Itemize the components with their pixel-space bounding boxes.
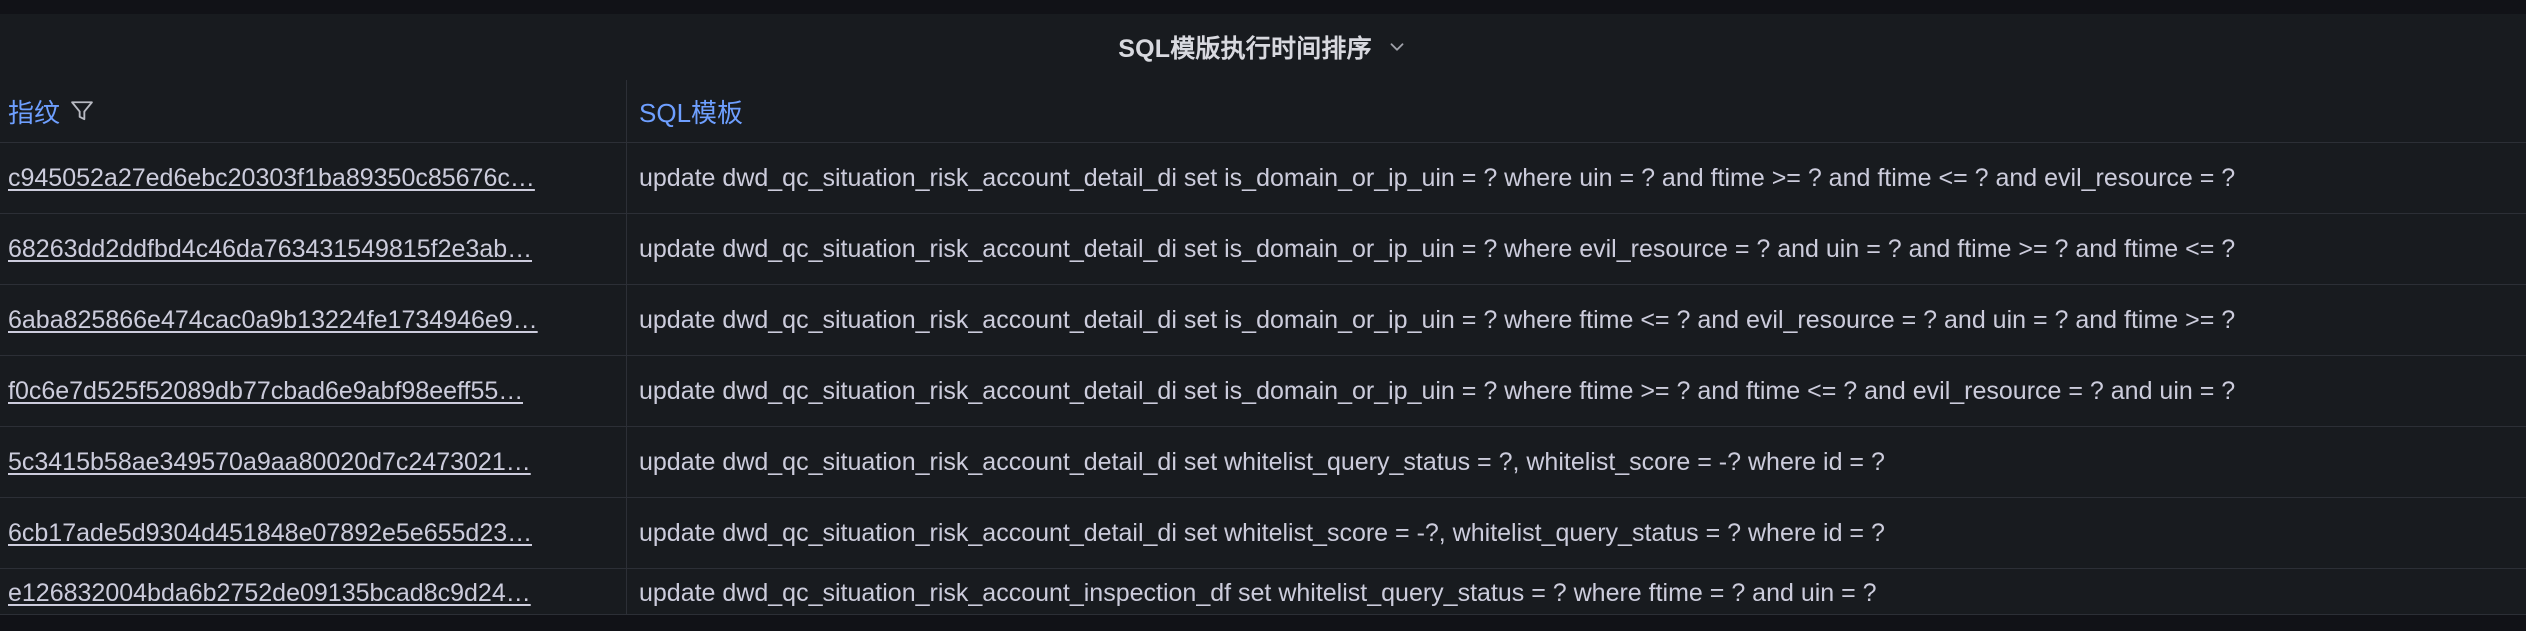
fingerprint-link[interactable]: 6cb17ade5d9304d451848e07892e5e655d23… bbox=[8, 519, 532, 548]
fingerprint-link[interactable]: 68263dd2ddfbd4c46da763431549815f2e3ab… bbox=[8, 235, 532, 264]
table-row: f0c6e7d525f52089db77cbad6e9abf98eeff55… … bbox=[0, 356, 2526, 427]
sql-cell: update dwd_qc_situation_risk_account_det… bbox=[627, 427, 2526, 497]
sql-cell: update dwd_qc_situation_risk_account_det… bbox=[627, 143, 2526, 213]
sql-text: update dwd_qc_situation_risk_account_det… bbox=[639, 518, 1885, 547]
bottom-divider bbox=[0, 614, 2526, 631]
sql-cell: update dwd_qc_situation_risk_account_det… bbox=[627, 498, 2526, 568]
sql-text: update dwd_qc_situation_risk_account_det… bbox=[639, 447, 1885, 476]
fingerprint-link[interactable]: e126832004bda6b2752de09135bcad8c9d24… bbox=[8, 579, 531, 608]
table-row: c945052a27ed6ebc20303f1ba89350c85676c… u… bbox=[0, 143, 2526, 214]
fingerprint-cell: 5c3415b58ae349570a9aa80020d7c2473021… bbox=[0, 427, 627, 497]
column-header-sql-template[interactable]: SQL模板 bbox=[627, 80, 2526, 142]
column-label-fingerprint[interactable]: 指纹 bbox=[8, 93, 60, 130]
fingerprint-cell: e126832004bda6b2752de09135bcad8c9d24… bbox=[0, 569, 627, 617]
fingerprint-link[interactable]: c945052a27ed6ebc20303f1ba89350c85676c… bbox=[8, 164, 535, 193]
top-divider bbox=[0, 0, 2526, 15]
fingerprint-cell: f0c6e7d525f52089db77cbad6e9abf98eeff55… bbox=[0, 356, 627, 426]
column-label-sql-template[interactable]: SQL模板 bbox=[639, 93, 743, 130]
table-header: 指纹 SQL模板 bbox=[0, 80, 2526, 143]
table-row: 5c3415b58ae349570a9aa80020d7c2473021… up… bbox=[0, 427, 2526, 498]
table-row: 68263dd2ddfbd4c46da763431549815f2e3ab… u… bbox=[0, 214, 2526, 285]
table-row: 6cb17ade5d9304d451848e07892e5e655d23… up… bbox=[0, 498, 2526, 569]
fingerprint-link[interactable]: f0c6e7d525f52089db77cbad6e9abf98eeff55… bbox=[8, 377, 523, 406]
filter-icon[interactable] bbox=[68, 97, 96, 125]
fingerprint-link[interactable]: 6aba825866e474cac0a9b13224fe1734946e9… bbox=[8, 306, 538, 335]
chevron-down-icon bbox=[1390, 43, 1404, 51]
sql-cell: update dwd_qc_situation_risk_account_det… bbox=[627, 285, 2526, 355]
table-row: 6aba825866e474cac0a9b13224fe1734946e9… u… bbox=[0, 285, 2526, 356]
panel-title: SQL模版执行时间排序 bbox=[1118, 35, 1372, 63]
panel-title-menu[interactable]: SQL模版执行时间排序 bbox=[1118, 29, 1408, 65]
fingerprint-cell: 6aba825866e474cac0a9b13224fe1734946e9… bbox=[0, 285, 627, 355]
panel-header: SQL模版执行时间排序 bbox=[0, 14, 2526, 81]
fingerprint-cell: 68263dd2ddfbd4c46da763431549815f2e3ab… bbox=[0, 214, 627, 284]
sql-text: update dwd_qc_situation_risk_account_det… bbox=[639, 376, 2236, 405]
sql-text: update dwd_qc_situation_risk_account_ins… bbox=[639, 579, 1877, 607]
fingerprint-cell: c945052a27ed6ebc20303f1ba89350c85676c… bbox=[0, 143, 627, 213]
fingerprint-cell: 6cb17ade5d9304d451848e07892e5e655d23… bbox=[0, 498, 627, 568]
sql-text: update dwd_qc_situation_risk_account_det… bbox=[639, 305, 2236, 334]
dashboard-panel: SQL模版执行时间排序 指纹 SQL模板 c945052a27ed6ebc203… bbox=[0, 0, 2526, 631]
sql-text: update dwd_qc_situation_risk_account_det… bbox=[639, 163, 2236, 192]
sql-text: update dwd_qc_situation_risk_account_det… bbox=[639, 234, 2236, 263]
sql-cell: update dwd_qc_situation_risk_account_det… bbox=[627, 214, 2526, 284]
sql-cell: update dwd_qc_situation_risk_account_ins… bbox=[627, 569, 2526, 617]
table-row: e126832004bda6b2752de09135bcad8c9d24… up… bbox=[0, 569, 2526, 617]
sql-cell: update dwd_qc_situation_risk_account_det… bbox=[627, 356, 2526, 426]
fingerprint-link[interactable]: 5c3415b58ae349570a9aa80020d7c2473021… bbox=[8, 448, 531, 477]
sql-template-table: 指纹 SQL模板 c945052a27ed6ebc20303f1ba89350c… bbox=[0, 80, 2526, 617]
column-header-fingerprint[interactable]: 指纹 bbox=[0, 80, 627, 142]
